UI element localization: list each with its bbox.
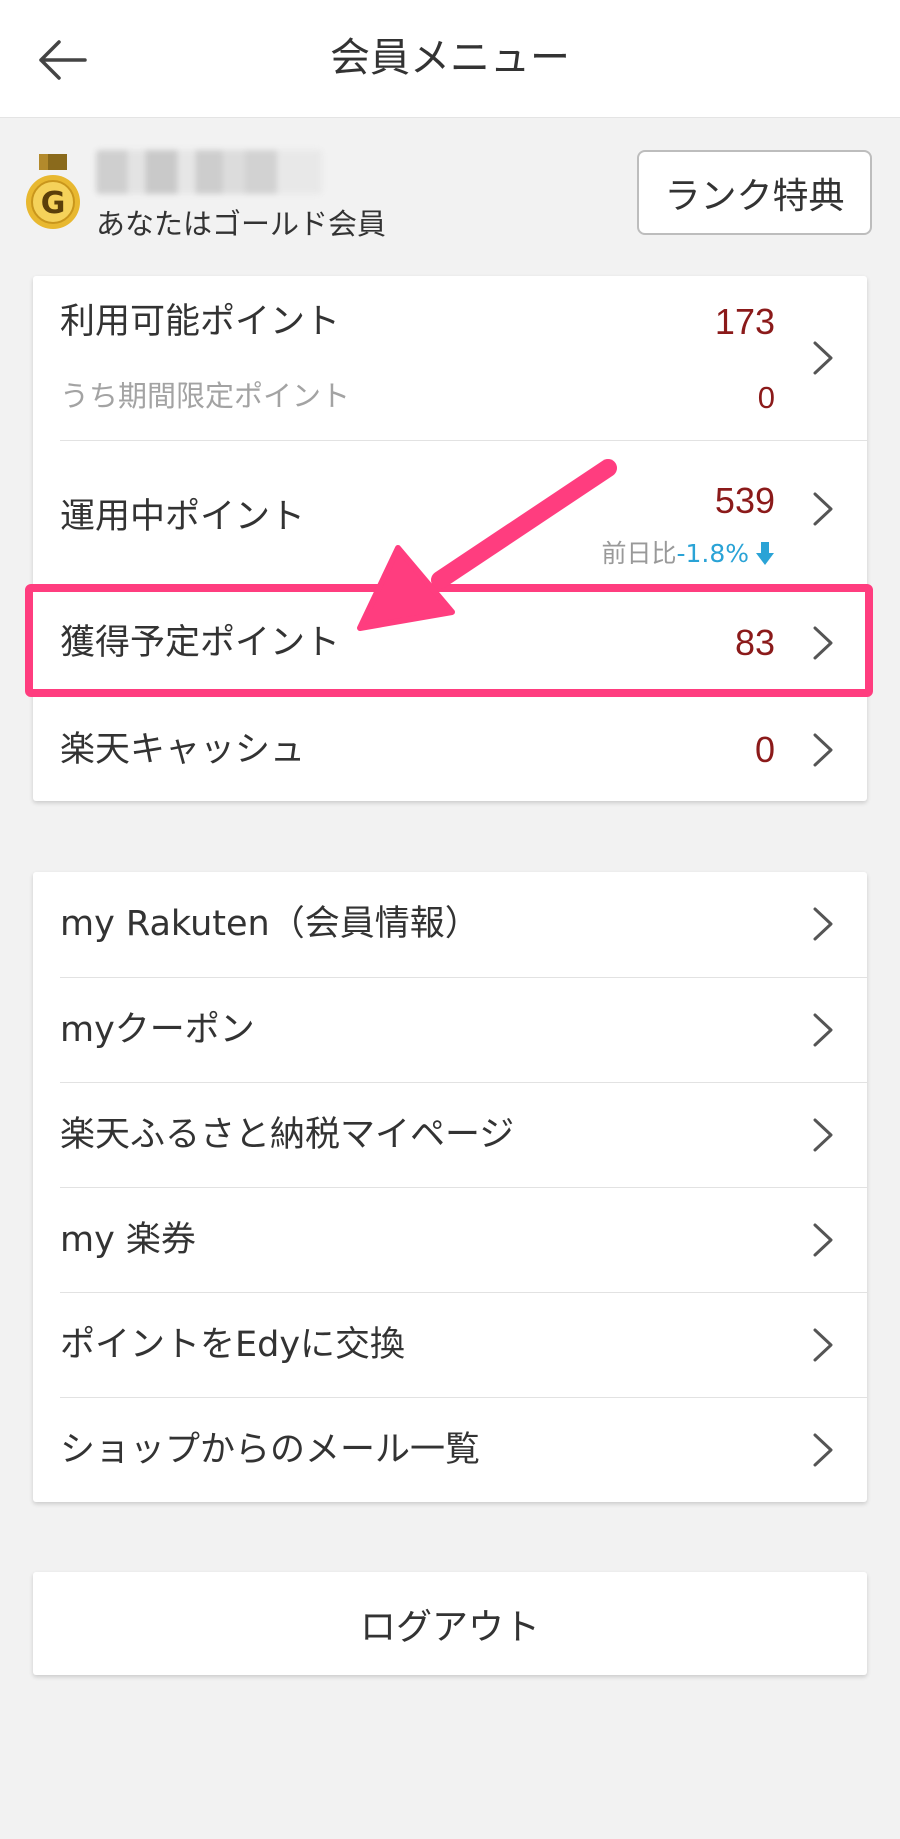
menu-item-my-rakuken[interactable]: my 楽券: [33, 1188, 867, 1292]
menu-item-edy-exchange[interactable]: ポイントをEdyに交換: [33, 1293, 867, 1397]
chevron-right-icon: [813, 1223, 833, 1257]
menu-item-label: my 楽券: [60, 1220, 196, 1260]
profile-section: G あなたはゴールド会員 ランク特典: [0, 140, 900, 250]
menu-item-label: myクーポン: [60, 1010, 255, 1050]
menu-item-label: ショップからのメール一覧: [60, 1430, 481, 1470]
logout-card: ログアウト: [33, 1572, 867, 1675]
gold-medal-icon: G: [26, 154, 80, 229]
rakuten-cash-row[interactable]: 楽天キャッシュ 0: [33, 696, 867, 801]
menu-item-label: 楽天ふるさと納税マイページ: [60, 1115, 515, 1155]
page-title: 会員メニュー: [330, 35, 570, 81]
delta-value: -1.8%: [676, 539, 749, 568]
menu-item-furusato-tax[interactable]: 楽天ふるさと納税マイページ: [33, 1083, 867, 1187]
points-card: 利用可能ポイント 173 うち期間限定ポイント 0 運用中ポイント 539 前日…: [33, 276, 867, 801]
app-header: 会員メニュー: [0, 0, 900, 118]
logout-button[interactable]: ログアウト: [33, 1572, 867, 1675]
menu-item-shop-mail-list[interactable]: ショップからのメール一覧: [33, 1398, 867, 1502]
menu-item-my-rakuten[interactable]: my Rakuten（会員情報）: [33, 872, 867, 977]
invested-points-value: 539: [714, 480, 775, 521]
menu-item-label: ポイントをEdyに交換: [60, 1325, 406, 1365]
limited-points-label: うち期間限定ポイント: [60, 379, 351, 413]
limited-points-value: 0: [757, 380, 775, 415]
pending-points-label: 獲得予定ポイント: [60, 623, 341, 663]
rakuten-cash-value: 0: [754, 729, 775, 770]
chevron-right-icon: [813, 492, 833, 526]
invested-points-row[interactable]: 運用中ポイント 539 前日比 -1.8%: [33, 441, 867, 591]
down-arrow-icon: [756, 542, 774, 565]
chevron-right-icon: [813, 907, 833, 941]
rakuten-cash-label: 楽天キャッシュ: [60, 730, 306, 770]
pending-points-value: 83: [734, 622, 775, 663]
chevron-right-icon: [813, 626, 833, 660]
chevron-right-icon: [813, 1013, 833, 1047]
chevron-right-icon: [813, 733, 833, 767]
day-over-day-change: 前日比 -1.8%: [601, 537, 775, 571]
chevron-right-icon: [813, 1328, 833, 1362]
available-points-value: 173: [714, 301, 775, 342]
medal-letter: G: [41, 186, 66, 221]
invested-points-label: 運用中ポイント: [60, 497, 306, 537]
delta-label: 前日比: [601, 539, 677, 568]
user-name-blurred: [96, 150, 322, 194]
rank-benefits-button[interactable]: ランク特典: [637, 150, 872, 235]
chevron-right-icon: [813, 1118, 833, 1152]
available-points-label: 利用可能ポイント: [60, 302, 341, 342]
chevron-right-icon: [813, 1433, 833, 1467]
member-rank-text: あなたはゴールド会員: [96, 207, 387, 241]
menu-item-label: my Rakuten（会員情報）: [60, 904, 480, 944]
menu-item-my-coupon[interactable]: myクーポン: [33, 978, 867, 1082]
pending-points-row[interactable]: 獲得予定ポイント 83: [33, 591, 867, 696]
available-points-row[interactable]: 利用可能ポイント 173 うち期間限定ポイント 0: [33, 276, 867, 440]
menu-card: my Rakuten（会員情報） myクーポン 楽天ふるさと納税マイページ my…: [33, 872, 867, 1502]
chevron-right-icon: [813, 341, 833, 375]
